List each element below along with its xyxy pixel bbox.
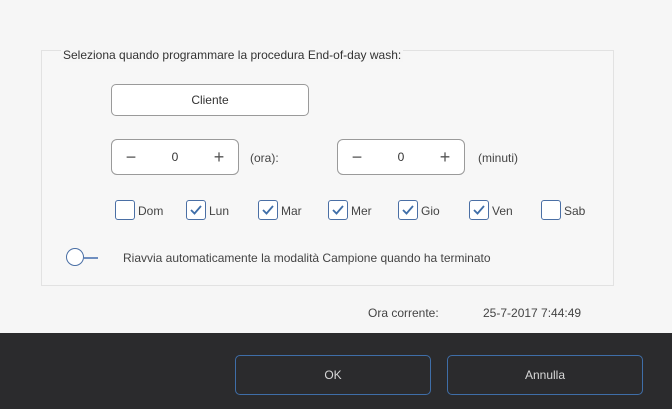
toggle-knob[interactable] (66, 248, 84, 266)
checkmark-icon (473, 205, 485, 215)
checkmark-icon (332, 205, 344, 215)
checkbox-box[interactable] (258, 200, 278, 220)
current-time-label: Ora corrente: (368, 306, 439, 320)
checkmark-icon (190, 205, 202, 215)
client-button[interactable]: Cliente (111, 84, 309, 116)
current-time-value: 25-7-2017 7:44:49 (483, 306, 582, 320)
restart-toggle-label: Riavvia automaticamente la modalità Camp… (123, 251, 491, 265)
minutes-stepper: − 0 + (337, 139, 465, 175)
day-label: Gio (421, 204, 440, 218)
checkmark-icon (262, 205, 274, 215)
day-label: Dom (138, 204, 164, 218)
day-label: Sab (564, 204, 586, 218)
schedule-dialog: Seleziona quando programmare la procedur… (0, 0, 672, 409)
day-label: Mar (281, 204, 302, 218)
hours-value[interactable]: 0 (152, 140, 198, 174)
hours-increment-button[interactable]: + (204, 140, 234, 174)
day-label: Lun (209, 204, 230, 218)
ok-button[interactable]: OK (235, 355, 431, 395)
checkbox-box[interactable] (115, 200, 135, 220)
minutes-unit-label: (minuti) (478, 151, 519, 165)
restart-toggle[interactable] (66, 248, 102, 268)
checkbox-box[interactable] (541, 200, 561, 220)
day-label: Mer (351, 204, 372, 218)
checkbox-box[interactable] (398, 200, 418, 220)
checkbox-box[interactable] (469, 200, 489, 220)
minutes-increment-button[interactable]: + (430, 140, 460, 174)
cancel-button[interactable]: Annulla (447, 355, 643, 395)
checkmark-icon (402, 205, 414, 215)
minutes-decrement-button[interactable]: − (342, 140, 372, 174)
dialog-title: Seleziona quando programmare la procedur… (61, 48, 404, 62)
minutes-value[interactable]: 0 (378, 140, 424, 174)
checkbox-box[interactable] (328, 200, 348, 220)
checkbox-box[interactable] (186, 200, 206, 220)
hours-stepper: − 0 + (111, 139, 239, 175)
hours-unit-label: (ora): (250, 151, 279, 165)
day-label: Ven (492, 204, 513, 218)
toggle-track[interactable] (84, 257, 98, 259)
hours-decrement-button[interactable]: − (116, 140, 146, 174)
